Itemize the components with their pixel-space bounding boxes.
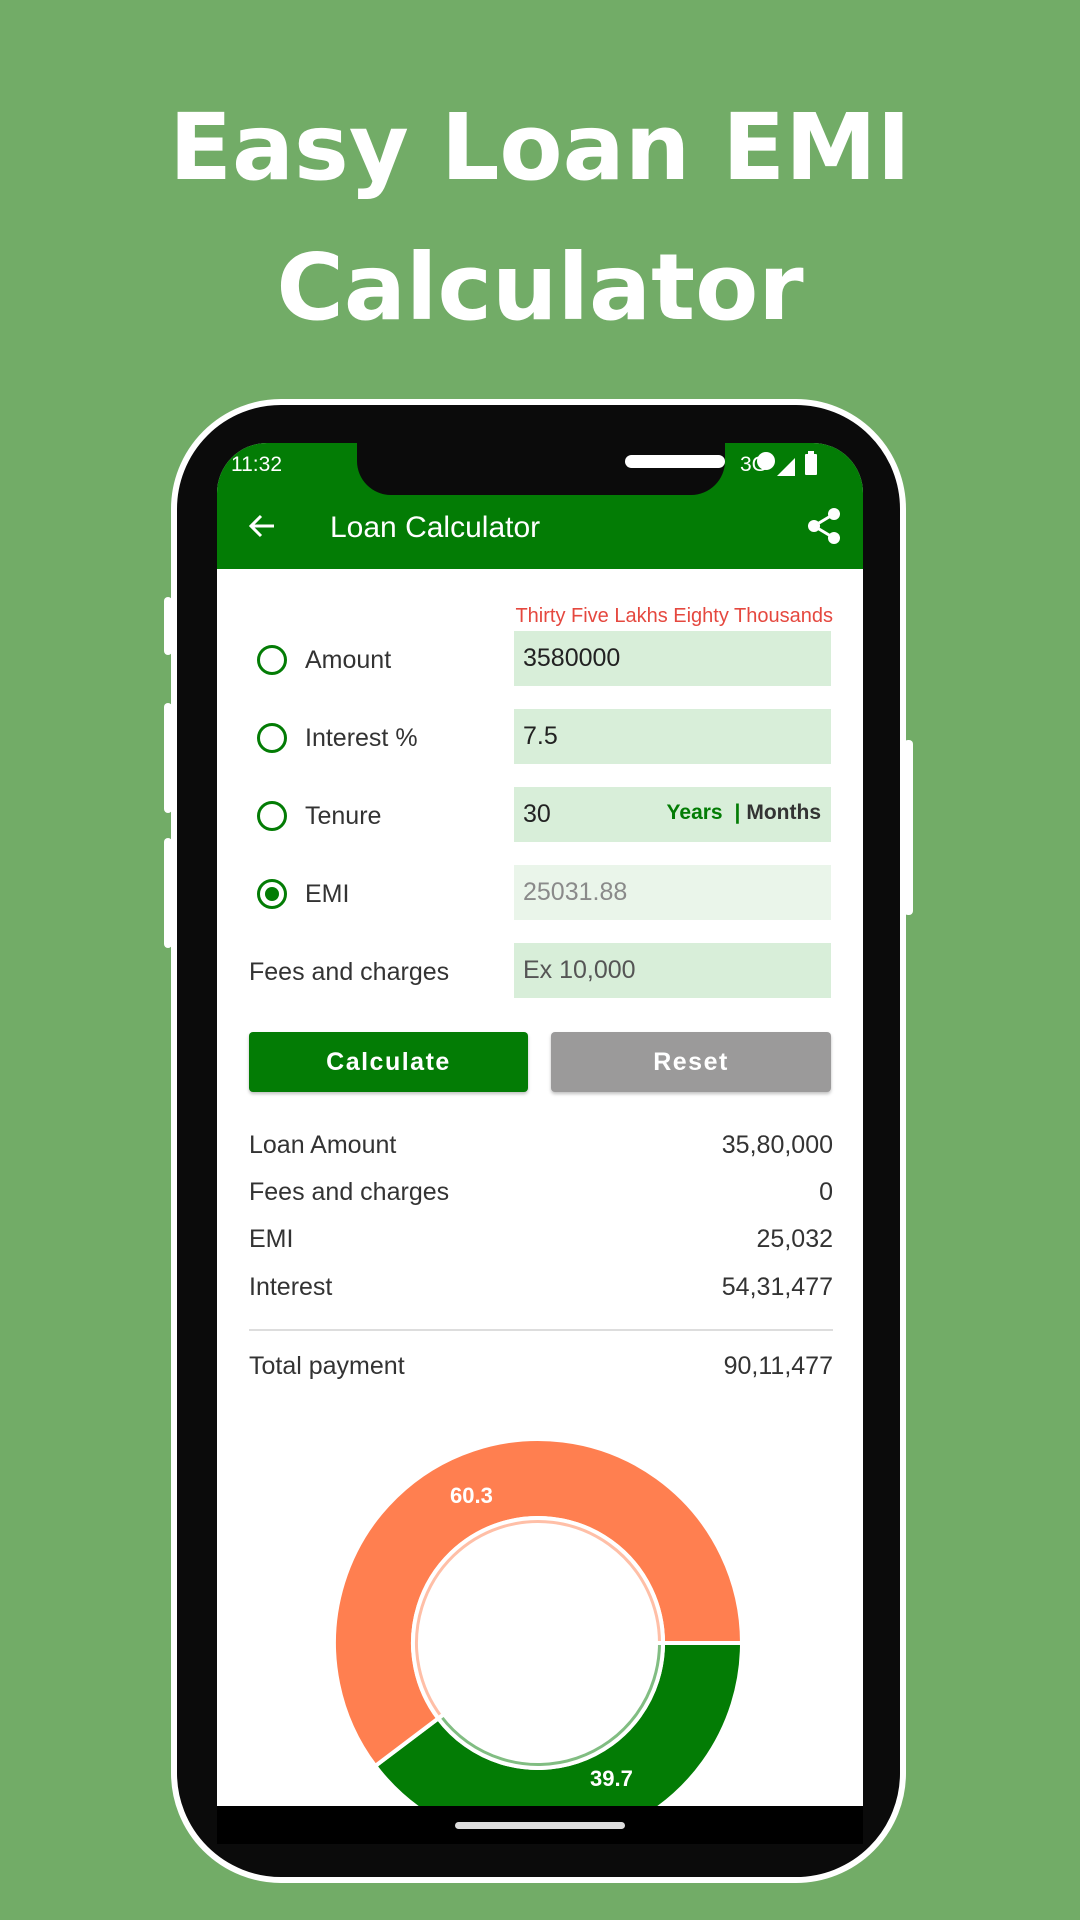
donut-label: 39.7 — [590, 1766, 633, 1791]
home-handle[interactable] — [455, 1822, 625, 1829]
navigation-bar — [217, 1806, 863, 1844]
donut-label: 60.3 — [450, 1483, 493, 1508]
title-line-2: Calculator — [276, 234, 804, 341]
title-line-1: Easy Loan EMI — [169, 94, 911, 201]
app-screen: 11:32 3G Loan Calculator Thirty Five Lak… — [217, 443, 863, 1806]
promo-title: Easy Loan EMI Calculator — [0, 78, 1080, 358]
donut-chart: 39.7 60.3 — [332, 1437, 745, 1806]
